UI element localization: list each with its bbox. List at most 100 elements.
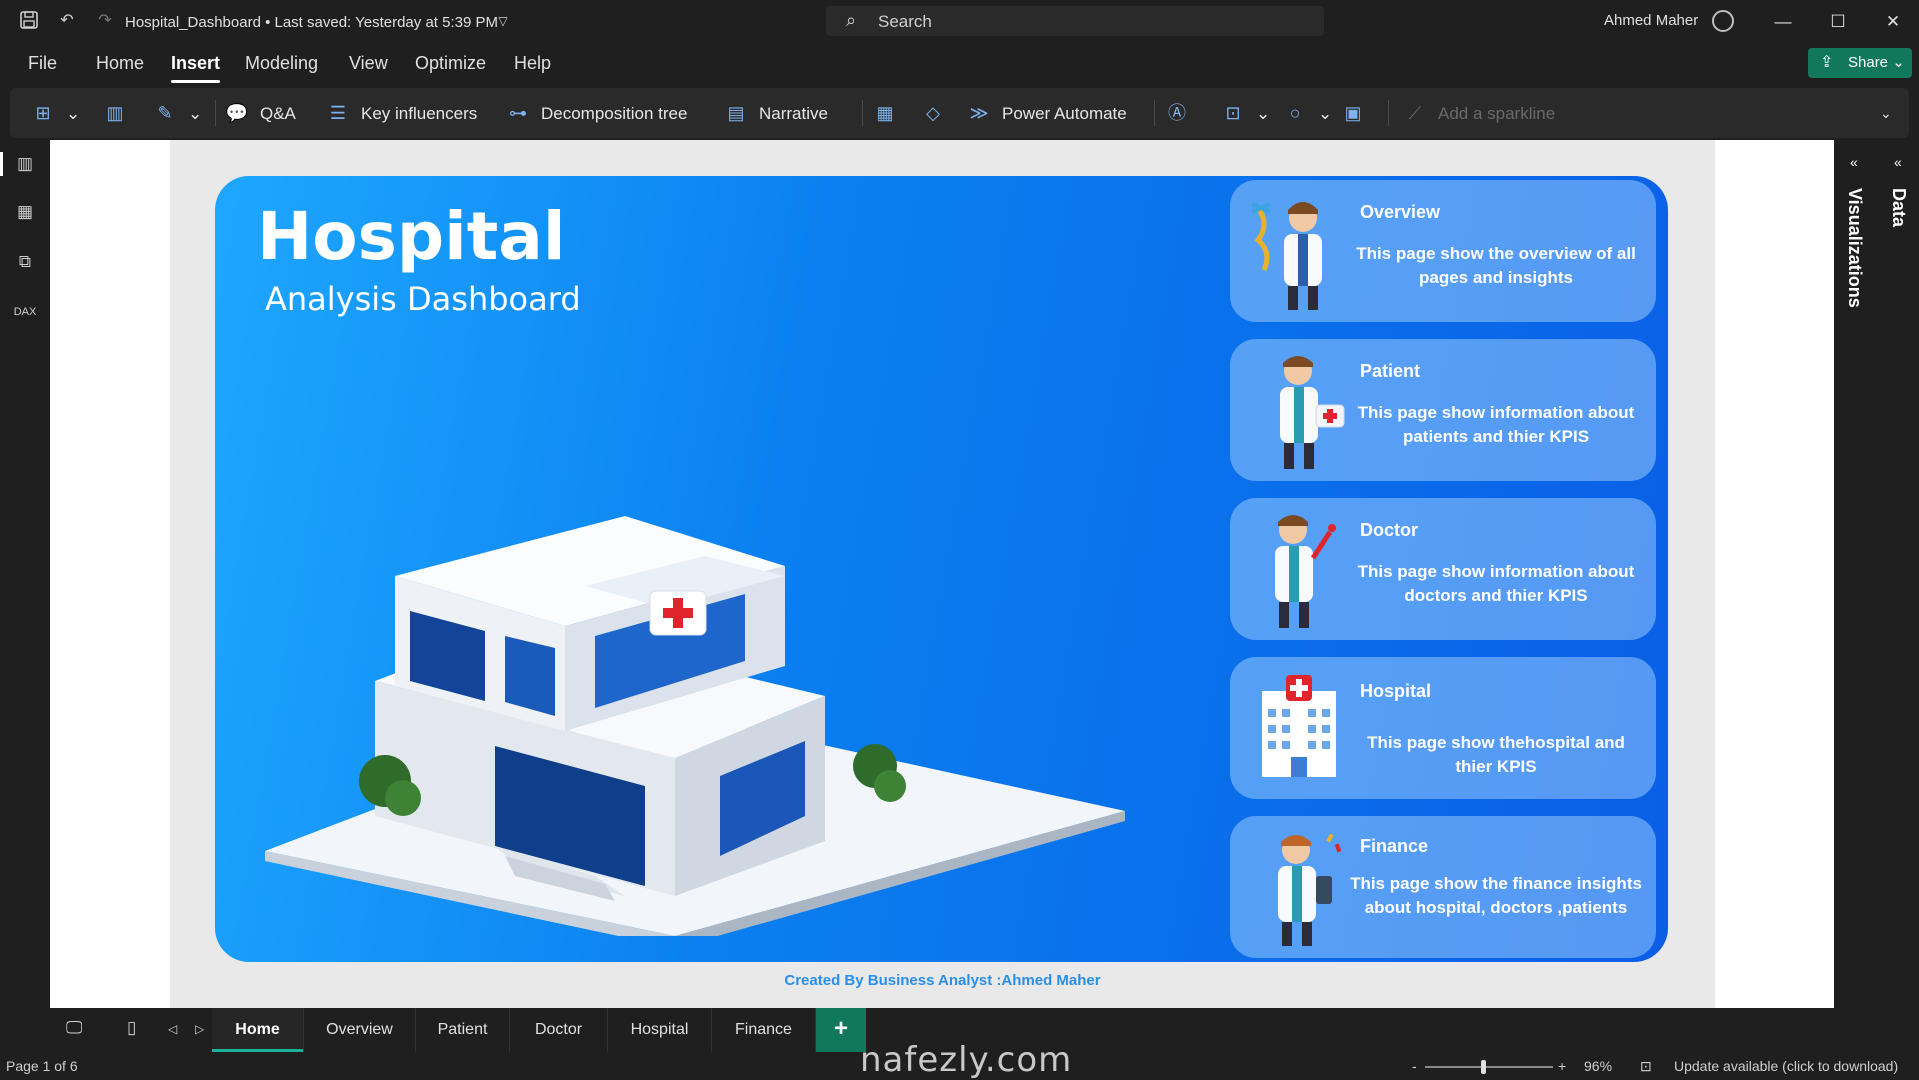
custom-visual-button[interactable]: ✎ ⌄	[152, 98, 202, 128]
view-switcher: ▥ ▦ ⧉ DAX	[0, 140, 50, 1008]
add-sparkline-button[interactable]: ⟋ Add a sparkline	[1402, 98, 1556, 128]
card-description: This page show the finance insights abou…	[1350, 874, 1642, 917]
share-button[interactable]: ⇪ Share ⌄	[1808, 48, 1912, 78]
minimize-icon[interactable]: —	[1768, 8, 1798, 36]
expand-visualizations-icon[interactable]: «	[1850, 154, 1858, 170]
power-automate-label: Power Automate	[1002, 104, 1127, 123]
maximize-icon[interactable]: ☐	[1823, 8, 1853, 36]
nav-card-doctor[interactable]: Doctor This page show information about …	[1230, 498, 1656, 640]
decomposition-tree-button[interactable]: ⊶ Decomposition tree	[505, 98, 687, 128]
table-view-icon[interactable]: ▦	[13, 200, 37, 224]
nav-card-hospital[interactable]: Hospital This page show thehospital and …	[1230, 657, 1656, 799]
key-influencers-button[interactable]: ☰ Key influencers	[325, 98, 477, 128]
update-available-link[interactable]: Update available (click to download)	[1674, 1058, 1898, 1074]
power-automate-button[interactable]: ≫ Power Automate	[966, 98, 1127, 128]
key-influencers-label: Key influencers	[361, 104, 478, 123]
edit-visual-icon: ✎	[157, 103, 173, 123]
narrative-button[interactable]: ▤ Narrative	[723, 98, 828, 128]
tab-hospital[interactable]: Hospital	[608, 1008, 712, 1052]
chevron-down-icon[interactable]: ▽	[492, 10, 514, 32]
data-pane-label[interactable]: Data	[1888, 188, 1909, 227]
save-icon[interactable]	[18, 10, 40, 32]
tab-patient[interactable]: Patient	[416, 1008, 510, 1052]
zoom-in-button[interactable]: +	[1558, 1058, 1566, 1074]
doctor-finance-icon	[1278, 833, 1342, 946]
narrative-label: Narrative	[759, 104, 828, 123]
document-title[interactable]: Hospital_Dashboard • Last saved: Yesterd…	[125, 14, 498, 31]
zoom-slider-thumb[interactable]	[1481, 1060, 1486, 1074]
nav-card-finance[interactable]: Finance This page show the finance insig…	[1230, 816, 1656, 958]
share-icon: ⇪	[1820, 54, 1834, 71]
tab-doctor[interactable]: Doctor	[510, 1008, 608, 1052]
add-page-button[interactable]: +	[816, 1008, 866, 1052]
image-icon: ▣	[1344, 103, 1362, 123]
narrative-icon: ▤	[727, 103, 745, 123]
text-box-button[interactable]: Ⓐ	[1164, 98, 1200, 128]
next-page-icon[interactable]: ▷	[195, 1022, 204, 1036]
card-description: This page show thehospital and thier KPI…	[1367, 733, 1625, 776]
previous-page-icon[interactable]: ◁	[168, 1022, 177, 1036]
search-box[interactable]: ⌕ Search	[826, 6, 1324, 36]
tab-home[interactable]: Home	[212, 1008, 304, 1052]
menu-bar: File Home Insert Modeling View Optimize …	[0, 44, 1919, 86]
desktop-layout-icon[interactable]: 🖵	[66, 1018, 82, 1038]
card-description: This page show information about doctors…	[1357, 562, 1635, 605]
tab-finance[interactable]: Finance	[712, 1008, 816, 1052]
hospital-icon	[1262, 675, 1336, 777]
undo-icon[interactable]: ↶	[56, 10, 78, 32]
visualizations-pane-label[interactable]: Visualizations	[1844, 188, 1865, 308]
menu-home[interactable]: Home	[96, 53, 144, 74]
expand-data-icon[interactable]: «	[1894, 154, 1902, 170]
key-influencers-icon: ☰	[329, 103, 347, 123]
dax-query-view-icon[interactable]: DAX	[13, 300, 37, 324]
zoom-level[interactable]: 96%	[1584, 1058, 1612, 1074]
paginated-report-button[interactable]: ▦	[872, 98, 908, 128]
card-title: Hospital	[1360, 681, 1432, 701]
bar-chart-icon: ▥	[106, 103, 124, 123]
button-icon: ⊡	[1225, 103, 1241, 123]
menu-help[interactable]: Help	[514, 53, 551, 74]
add-sparkline-label: Add a sparkline	[1438, 104, 1556, 123]
user-name[interactable]: Ahmed Maher	[1604, 12, 1698, 29]
shapes-button[interactable]: ○ ⌄	[1282, 98, 1333, 128]
zoom-out-button[interactable]: -	[1412, 1058, 1417, 1074]
search-input[interactable]: Search	[878, 12, 932, 32]
model-view-icon[interactable]: ⧉	[13, 250, 37, 274]
mobile-layout-icon[interactable]: ▯	[127, 1018, 136, 1038]
avatar[interactable]	[1712, 10, 1734, 32]
menu-insert[interactable]: Insert	[171, 53, 221, 83]
new-visual-icon: ⊞	[35, 103, 51, 123]
decomposition-tree-icon: ⊶	[509, 103, 527, 123]
ribbon-divider	[1154, 100, 1155, 126]
menu-optimize[interactable]: Optimize	[415, 53, 486, 74]
power-automate-icon: ≫	[969, 103, 989, 123]
image-button[interactable]: ▣	[1340, 98, 1376, 128]
doctor-icon	[1275, 515, 1336, 628]
redo-icon[interactable]: ↷	[94, 10, 116, 32]
report-subtitle: Analysis Dashboard	[265, 280, 581, 318]
report-title: Hospital	[257, 198, 566, 275]
report-view-icon[interactable]: ▥	[0, 152, 37, 176]
nav-card-patient[interactable]: Patient This page show information about…	[1230, 339, 1656, 481]
hospital-building-image	[265, 516, 1125, 936]
canvas-area: Hospital Analysis Dashboard Overview Thi…	[50, 140, 1834, 1008]
menu-view[interactable]: View	[349, 53, 388, 74]
buttons-button[interactable]: ⊡ ⌄	[1220, 98, 1270, 128]
menu-file[interactable]: File	[28, 53, 57, 74]
credit-text: Created By Business Analyst :Ahmed Maher	[784, 972, 1101, 989]
zoom-slider[interactable]	[1425, 1066, 1553, 1068]
fit-to-page-icon[interactable]: ⊡	[1640, 1058, 1652, 1075]
nav-card-overview[interactable]: Overview This page show the overview of …	[1230, 180, 1656, 322]
power-apps-button[interactable]: ◇	[920, 98, 956, 128]
ribbon-divider	[215, 100, 216, 126]
tab-overview[interactable]: Overview	[304, 1008, 416, 1052]
card-title: Patient	[1360, 361, 1421, 381]
ribbon-expand-icon[interactable]: ⌄	[1880, 98, 1892, 128]
close-icon[interactable]: ✕	[1878, 8, 1908, 36]
qa-button[interactable]: 💬 Q&A	[224, 98, 296, 128]
decomposition-tree-label: Decomposition tree	[541, 104, 688, 123]
menu-modeling[interactable]: Modeling	[245, 53, 318, 74]
more-visuals-button[interactable]: ▥	[102, 98, 138, 128]
new-visual-button[interactable]: ⊞ ⌄	[30, 98, 80, 128]
sparkline-icon: ⟋	[1408, 103, 1422, 123]
